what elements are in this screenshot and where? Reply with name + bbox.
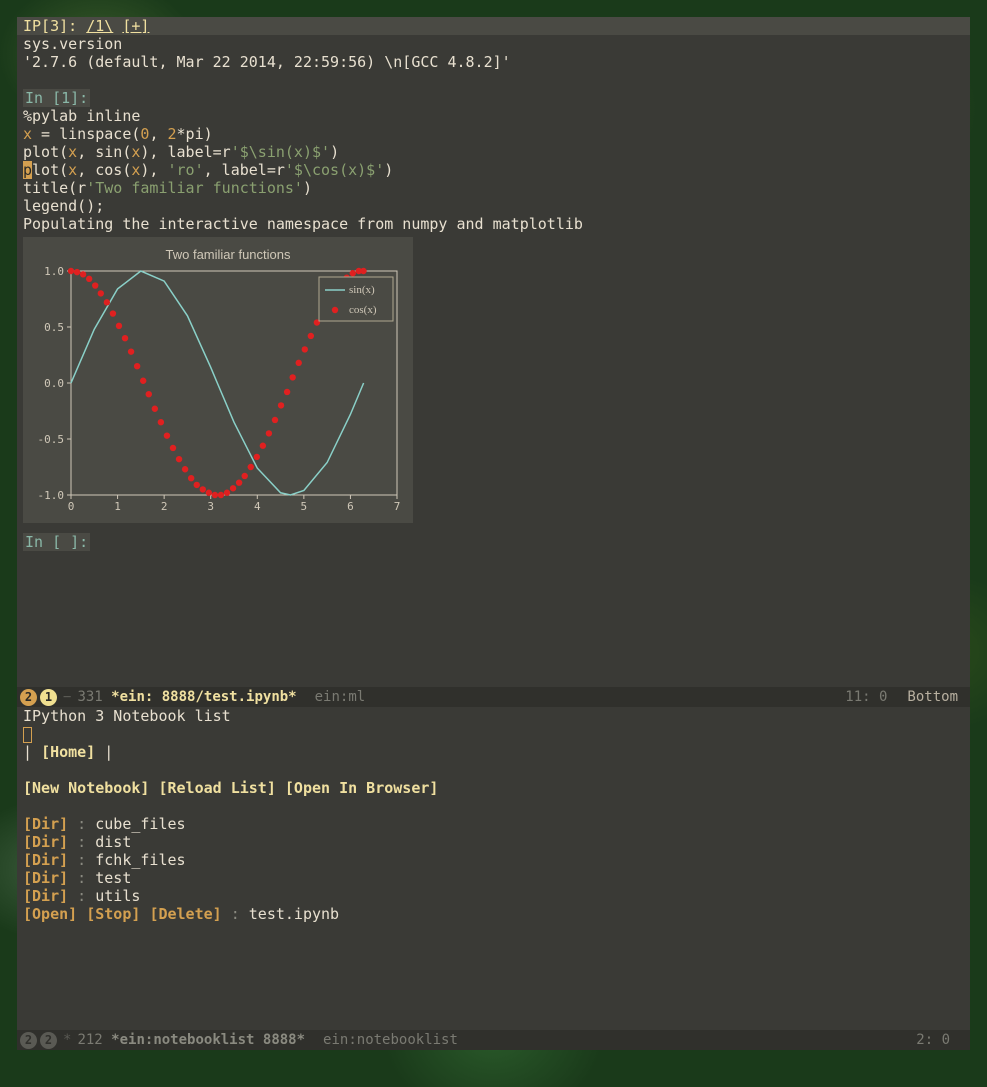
state-badge: 1	[40, 689, 57, 706]
new-notebook-button[interactable]: [New Notebook]	[23, 779, 149, 797]
in-prompt: In [ ]:	[23, 533, 90, 551]
code-line: plot(x, sin(x), label=r'$\sin(x)$')	[23, 143, 964, 161]
open-in-browser-button[interactable]: [Open In Browser]	[285, 779, 439, 797]
dir-link[interactable]: [Dir]	[23, 851, 68, 869]
add-worksheet[interactable]: [+]	[122, 17, 149, 35]
notebook-pane: IP[3]: /1\ [+] sys.version '2.7.6 (defau…	[17, 17, 970, 687]
list-item: [Open] [Stop] [Delete] : test.ipynb	[23, 905, 964, 923]
text-cursor: p	[23, 161, 32, 179]
svg-text:7: 7	[394, 500, 401, 513]
output-line: Populating the interactive namespace fro…	[23, 215, 964, 233]
dirname: utils	[95, 887, 140, 905]
list-item: [Dir] : test	[23, 869, 964, 887]
modeline-bottom: 2 2 * 212 *ein:notebooklist 8888* ein:no…	[17, 1030, 970, 1050]
state-badge: 2	[20, 1032, 37, 1049]
ip-label: IP[3]:	[23, 17, 77, 35]
worksheet-tabs: IP[3]: /1\ [+]	[17, 17, 970, 35]
major-mode: ein:ml	[315, 689, 366, 705]
svg-text:3: 3	[207, 500, 214, 513]
delete-button[interactable]: [Delete]	[149, 905, 221, 923]
in-prompt: In [1]:	[23, 89, 90, 107]
svg-text:1.0: 1.0	[44, 265, 64, 278]
code-line: x = linspace(0, 2*pi)	[23, 125, 964, 143]
svg-text:0.0: 0.0	[44, 377, 64, 390]
dir-link[interactable]: [Dir]	[23, 815, 68, 833]
list-item: [Dir] : utils	[23, 887, 964, 905]
text-cursor	[23, 727, 32, 743]
major-mode: ein:notebooklist	[323, 1032, 458, 1048]
dirname: cube_files	[95, 815, 185, 833]
svg-text:-1.0: -1.0	[38, 489, 65, 502]
dirname: test	[95, 869, 131, 887]
plot-output: Two familiar functions -1.0 -0.5 0.0 0.5 1.0 0…	[23, 237, 413, 523]
buffer-name[interactable]: *ein: 8888/test.ipynb*	[111, 689, 296, 705]
list-item: [Dir] : fchk_files	[23, 851, 964, 869]
svg-text:0.5: 0.5	[44, 321, 64, 334]
cell-1[interactable]: In [1]: %pylab inline x = linspace(0, 2*…	[17, 89, 970, 233]
modeline-top: 2 1 − 331 *ein: 8888/test.ipynb* ein:ml …	[17, 687, 970, 707]
output-line: sys.version	[23, 35, 964, 53]
open-button[interactable]: [Open]	[23, 905, 77, 923]
code-line: plot(x, cos(x), 'ro', label=r'$\cos(x)$'…	[23, 161, 964, 179]
cell-2[interactable]: In [ ]:	[17, 533, 970, 569]
svg-text:cos(x): cos(x)	[349, 304, 377, 316]
svg-text:2: 2	[161, 500, 168, 513]
code-line: %pylab inline	[23, 107, 964, 125]
action-row: [New Notebook] [Reload List] [Open In Br…	[23, 779, 964, 797]
empty-code-line	[23, 551, 964, 569]
cell-output-0: sys.version '2.7.6 (default, Mar 22 2014…	[17, 35, 970, 71]
svg-text:0: 0	[68, 500, 75, 513]
dir-link[interactable]: [Dir]	[23, 833, 68, 851]
scroll-position: Bottom	[907, 689, 958, 705]
reload-list-button[interactable]: [Reload List]	[158, 779, 275, 797]
dirname: fchk_files	[95, 851, 185, 869]
code-line: title(r'Two familiar functions')	[23, 179, 964, 197]
svg-text:Two familiar functions: Two familiar functions	[166, 247, 291, 262]
code-line: legend();	[23, 197, 964, 215]
list-item: [Dir] : cube_files	[23, 815, 964, 833]
svg-text:5: 5	[301, 500, 308, 513]
dirname: dist	[95, 833, 131, 851]
filename: test.ipynb	[249, 905, 339, 923]
svg-text:6: 6	[347, 500, 354, 513]
output-line: '2.7.6 (default, Mar 22 2014, 22:59:56) …	[23, 53, 964, 71]
stop-button[interactable]: [Stop]	[86, 905, 140, 923]
dir-link[interactable]: [Dir]	[23, 887, 68, 905]
chart-svg: Two familiar functions -1.0 -0.5 0.0 0.5 1.0 0…	[31, 245, 405, 515]
breadcrumb: | [Home] |	[23, 743, 964, 761]
state-badge: 2	[40, 1032, 57, 1049]
nblist-title: IPython 3 Notebook list	[23, 707, 964, 725]
cursor-position: 11: 0	[845, 689, 887, 705]
svg-text:4: 4	[254, 500, 261, 513]
svg-text:1: 1	[114, 500, 121, 513]
svg-text:sin(x): sin(x)	[349, 284, 375, 296]
home-link[interactable]: [Home]	[41, 743, 95, 761]
worksheet-tab[interactable]: /1\	[86, 17, 113, 35]
cursor-position: 2: 0	[916, 1032, 950, 1048]
dir-link[interactable]: [Dir]	[23, 869, 68, 887]
list-item: [Dir] : dist	[23, 833, 964, 851]
buffer-name[interactable]: *ein:notebooklist 8888*	[111, 1032, 305, 1048]
notebooklist-pane: IPython 3 Notebook list | [Home] | [New …	[17, 707, 970, 1030]
svg-text:-0.5: -0.5	[38, 433, 65, 446]
state-badge: 2	[20, 689, 37, 706]
